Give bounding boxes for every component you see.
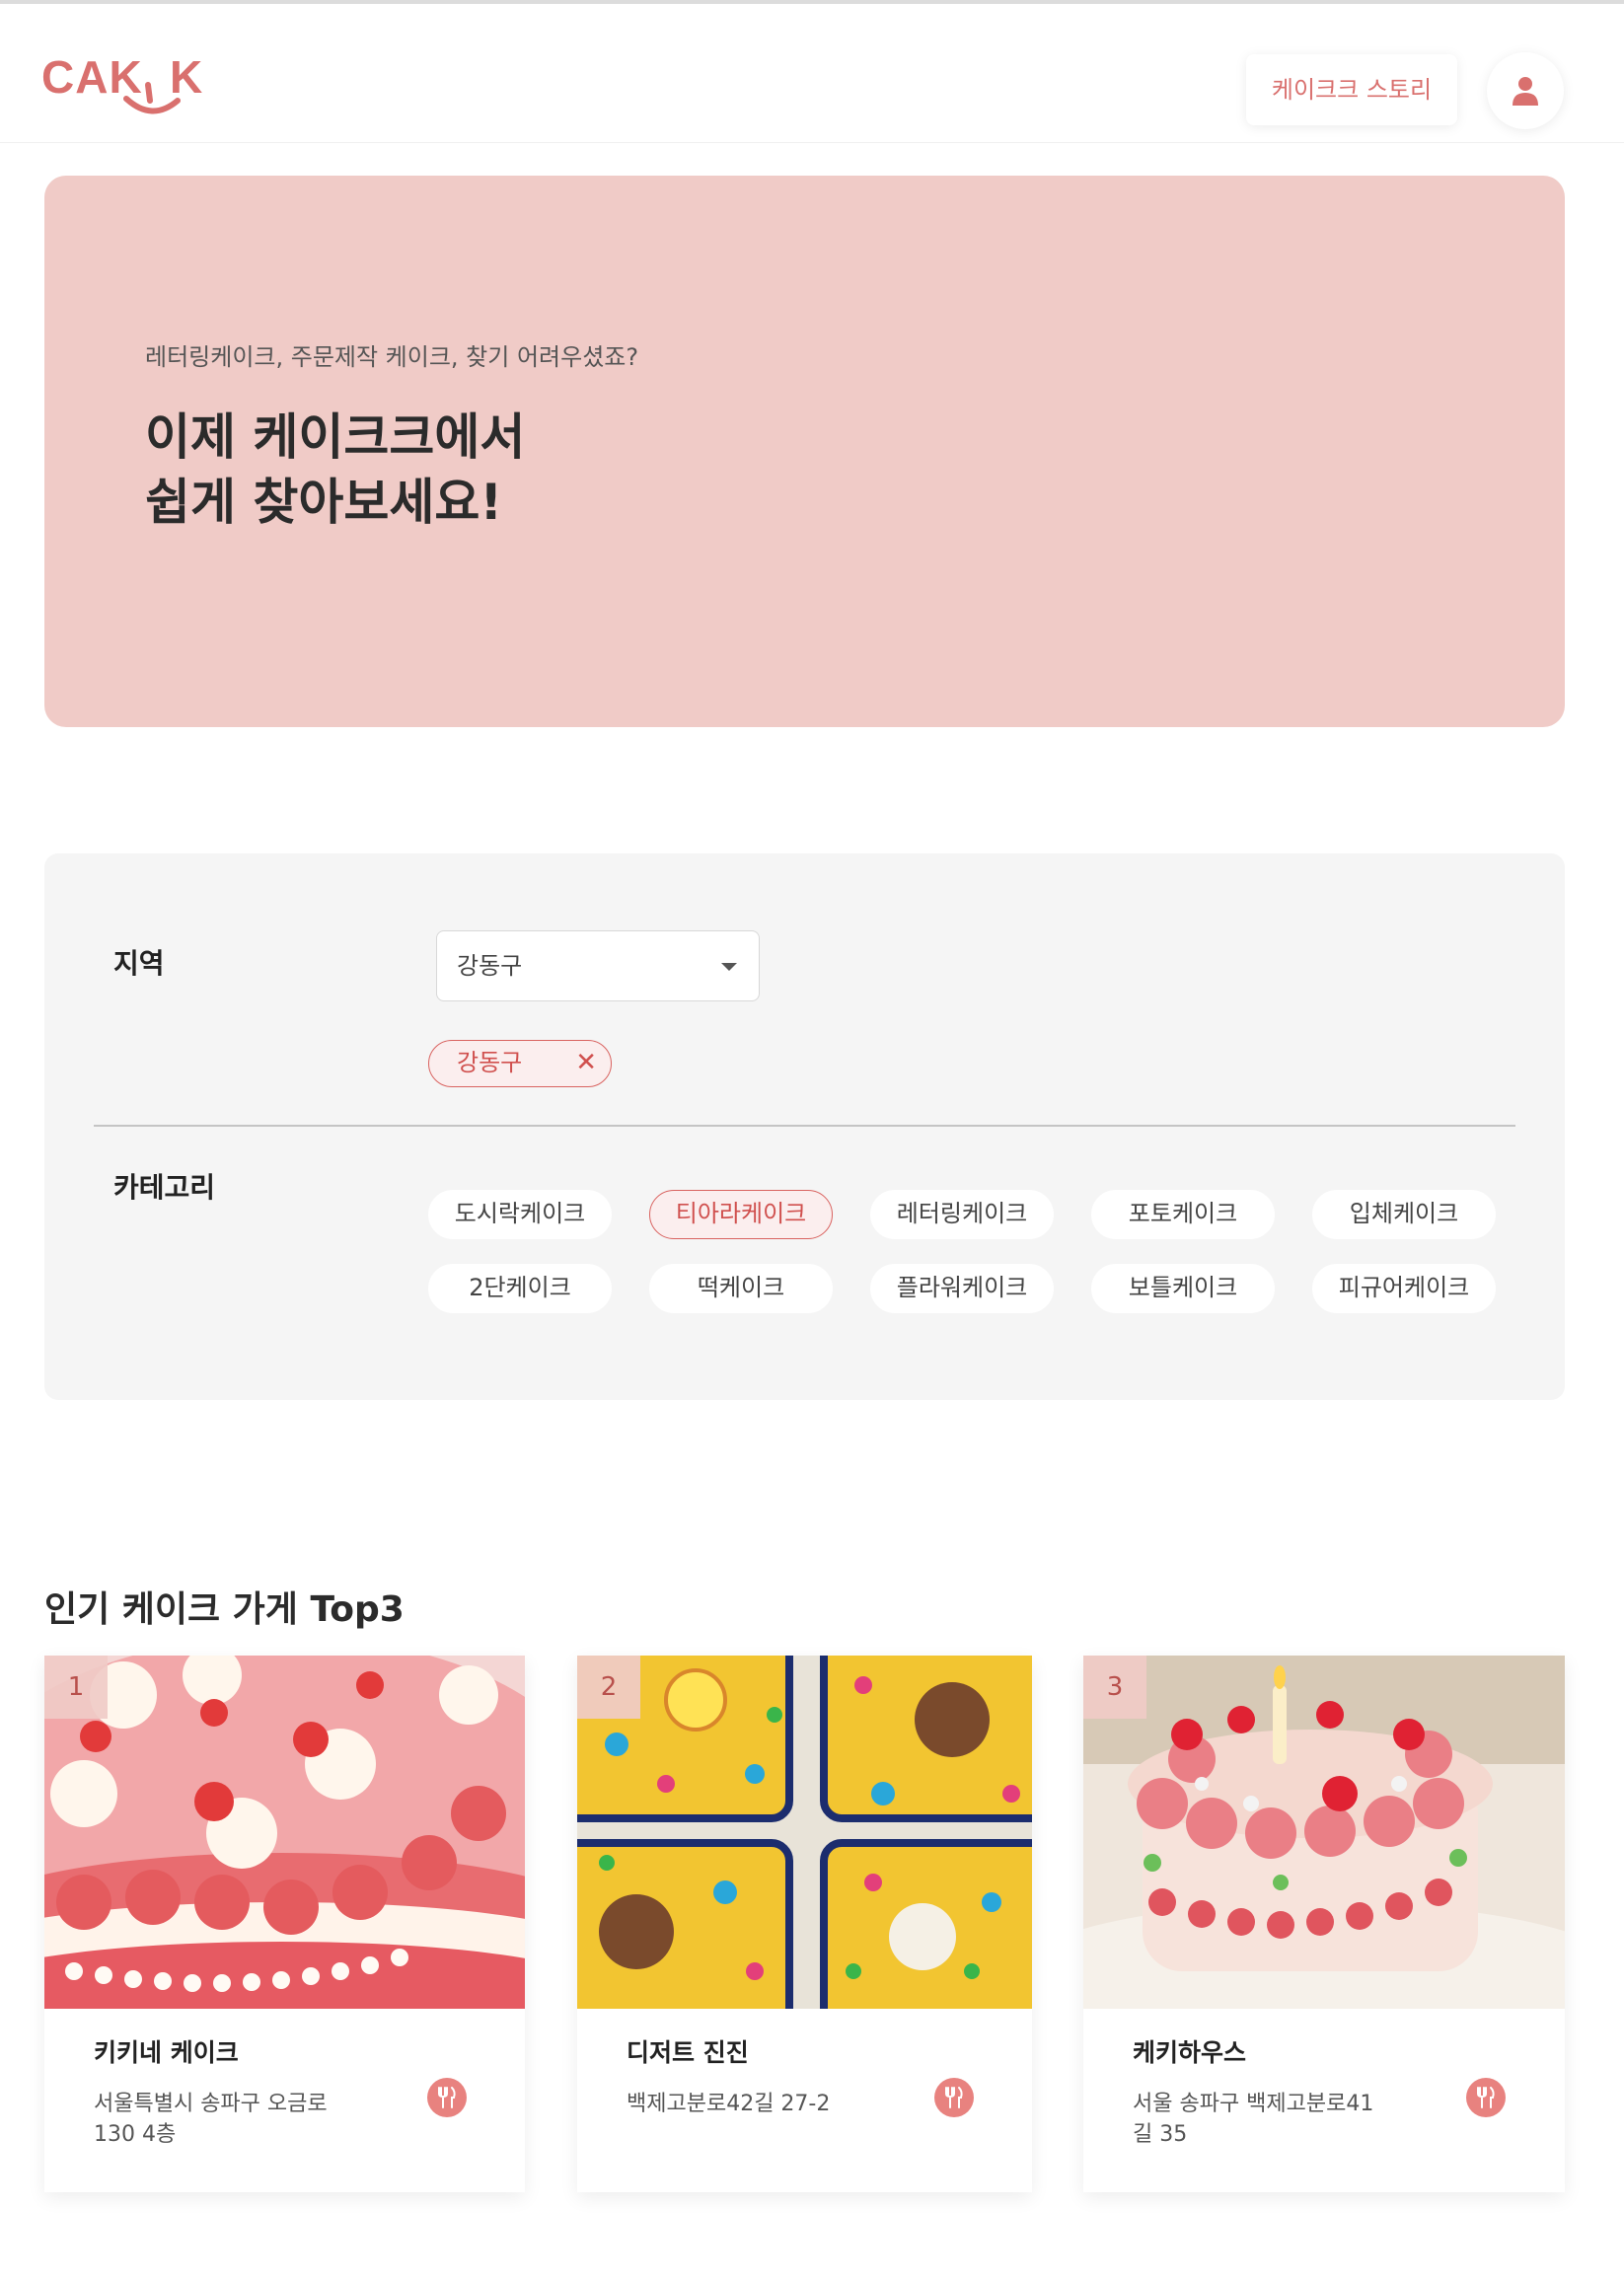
store-address: 백제고분로42길 27-2 xyxy=(627,2092,831,2116)
rank-badge: 2 xyxy=(577,1656,640,1719)
svg-text:K: K xyxy=(170,51,202,103)
category-chip[interactable]: 보틀케이크 xyxy=(1091,1264,1275,1313)
hero-title-line2: 쉽게 찾아보세요! xyxy=(145,474,503,531)
store-name: 디저트 진진 xyxy=(627,2038,749,2067)
store-card[interactable]: 2 디저트 진진 백제고분로42길 27-2 xyxy=(577,1656,1032,2192)
site-header: CAK K 케이크크 스토리 xyxy=(0,4,1624,143)
fork-knife-icon[interactable] xyxy=(1466,2078,1506,2117)
category-chip[interactable]: 입체케이크 xyxy=(1312,1190,1496,1239)
fork-knife-icon[interactable] xyxy=(934,2078,974,2117)
close-icon[interactable]: ✕ xyxy=(575,1041,597,1085)
store-image xyxy=(577,1656,1032,2009)
category-chip-selected[interactable]: 티아라케이크 xyxy=(649,1190,833,1239)
user-icon xyxy=(1513,77,1538,106)
category-chip[interactable]: 플라워케이크 xyxy=(870,1264,1054,1313)
svg-text:CAK: CAK xyxy=(41,51,143,103)
region-select[interactable]: 강동구 xyxy=(436,930,760,1001)
rank-badge: 1 xyxy=(44,1656,108,1719)
rank-badge: 3 xyxy=(1083,1656,1146,1719)
store-image xyxy=(44,1656,525,2009)
category-chip[interactable]: 레터링케이크 xyxy=(870,1190,1054,1239)
category-label: 카테고리 xyxy=(113,1171,216,1204)
hero-banner: 레터링케이크, 주문제작 케이크, 찾기 어려우셨죠? 이제 케이크크에서 쉽게… xyxy=(44,176,1565,727)
store-card[interactable]: 3 케키하우스 서울 송파구 백제고분로41길 35 xyxy=(1083,1656,1565,2192)
selected-region-label: 강동구 xyxy=(457,1049,523,1076)
store-image xyxy=(1083,1656,1565,2009)
selected-region-tag[interactable]: 강동구 ✕ xyxy=(428,1040,612,1087)
category-chip[interactable]: 피규어케이크 xyxy=(1312,1264,1496,1313)
store-address: 서울 송파구 백제고분로41길 35 xyxy=(1133,2092,1374,2147)
cakek-logo[interactable]: CAK K xyxy=(41,51,209,120)
cake-story-button[interactable]: 케이크크 스토리 xyxy=(1246,54,1457,125)
top3-section-title: 인기 케이크 가게 Top3 xyxy=(44,1589,405,1630)
store-name: 키키네 케이크 xyxy=(94,2038,239,2067)
category-chip[interactable]: 도시락케이크 xyxy=(428,1190,612,1239)
store-name: 케키하우스 xyxy=(1133,2038,1247,2067)
store-address: 서울특별시 송파구 오금로 130 4층 xyxy=(94,2092,328,2147)
hero-title-line1: 이제 케이크크에서 xyxy=(145,408,526,466)
profile-button[interactable] xyxy=(1487,52,1564,129)
chevron-down-icon xyxy=(721,963,737,971)
category-chip[interactable]: 포토케이크 xyxy=(1091,1190,1275,1239)
fork-knife-icon[interactable] xyxy=(427,2078,467,2117)
hero-subtitle: 레터링케이크, 주문제작 케이크, 찾기 어려우셨죠? xyxy=(145,343,639,371)
category-chip[interactable]: 떡케이크 xyxy=(649,1264,833,1313)
region-select-value: 강동구 xyxy=(457,952,523,980)
filter-divider xyxy=(94,1125,1515,1127)
store-card[interactable]: 1 키키네 케이크 서울특별시 송파구 오금로 130 4층 xyxy=(44,1656,525,2192)
hero-title: 이제 케이크크에서 쉽게 찾아보세요! xyxy=(145,405,525,535)
category-chip[interactable]: 2단케이크 xyxy=(428,1264,612,1313)
region-label: 지역 xyxy=(113,947,165,980)
filter-panel: 지역 강동구 강동구 ✕ 카테고리 도시락케이크 티아라케이크 레터링케이크 포… xyxy=(44,853,1565,1400)
